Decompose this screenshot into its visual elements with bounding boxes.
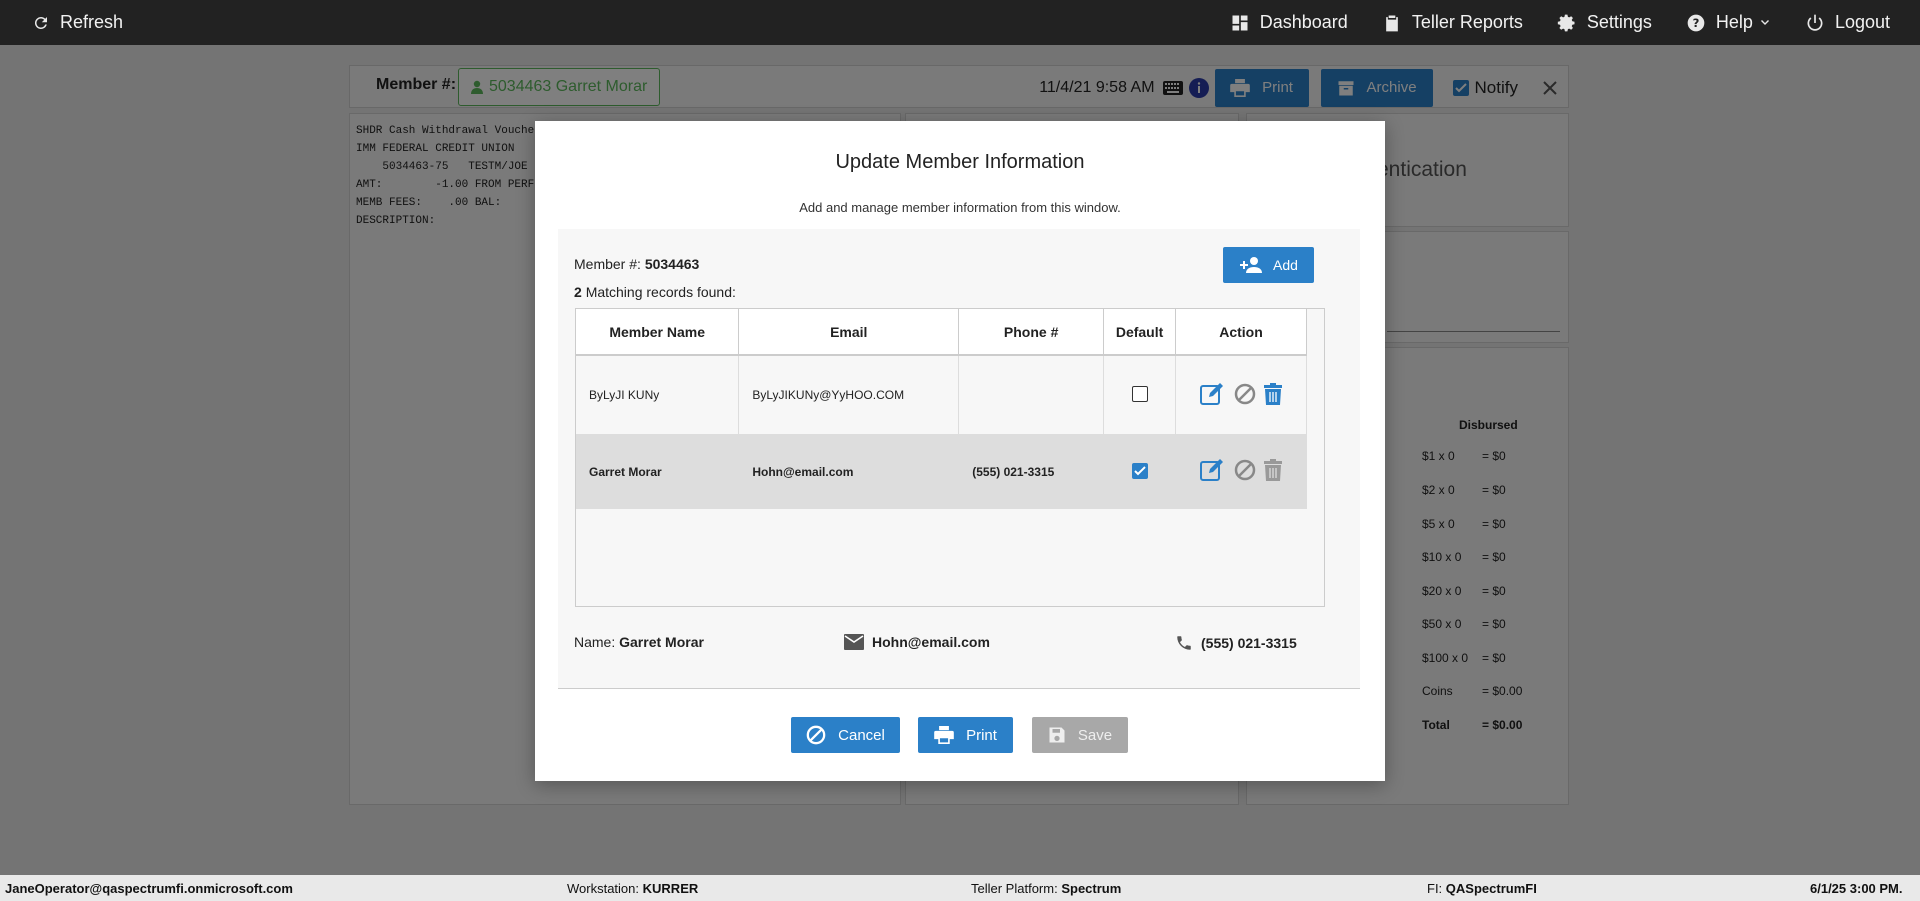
- disable-icon[interactable]: [1234, 459, 1256, 484]
- disable-icon[interactable]: [1234, 383, 1256, 408]
- cell-default: [1103, 434, 1177, 509]
- add-label: Add: [1273, 257, 1298, 273]
- update-member-modal: Update Member Information Add and manage…: [535, 121, 1385, 781]
- nav-dashboard[interactable]: Dashboard: [1230, 12, 1348, 33]
- cell-phone: [958, 354, 1105, 434]
- top-navigation-bar: Refresh Dashboard Teller Reports Setting…: [0, 0, 1920, 45]
- member-records-section: Member #: 5034463 2 Matching records fou…: [558, 229, 1360, 689]
- cancel-button[interactable]: Cancel: [791, 717, 900, 753]
- member-number: Member #: 5034463: [574, 256, 700, 272]
- cancel-label: Cancel: [838, 726, 885, 744]
- cell-phone: (555) 021-3315: [958, 434, 1105, 509]
- nav-teller-reports[interactable]: Teller Reports: [1382, 12, 1523, 33]
- status-bar: JaneOperator@qaspectrumfi.onmicrosoft.co…: [0, 875, 1920, 901]
- matching-records: 2 Matching records found:: [574, 284, 736, 300]
- check-icon: [1133, 466, 1146, 476]
- default-checkbox[interactable]: [1131, 385, 1148, 402]
- teller-reports-label: Teller Reports: [1411, 12, 1523, 32]
- trash-icon: [1264, 459, 1283, 484]
- save-icon: [1049, 727, 1065, 743]
- add-user-icon: [1240, 257, 1263, 273]
- cell-member-name: Garret Morar: [576, 434, 740, 509]
- edit-icon[interactable]: [1200, 382, 1226, 409]
- table-row-selected[interactable]: Garret Morar Hohn@email.com (555) 021-33…: [576, 434, 1307, 509]
- envelope-icon: [844, 634, 864, 650]
- dashboard-label: Dashboard: [1259, 12, 1348, 32]
- edit-icon[interactable]: [1200, 458, 1226, 485]
- help-icon: ?: [1687, 14, 1705, 31]
- refresh-button[interactable]: Refresh: [32, 12, 123, 33]
- fi-info: FI: QASpectrumFI: [1427, 881, 1537, 896]
- help-label: Help: [1715, 12, 1753, 32]
- member-records-table: Member Name Email Phone # Default Action…: [575, 308, 1325, 607]
- col-phone[interactable]: Phone #: [958, 309, 1105, 356]
- platform-info: Teller Platform: Spectrum: [971, 881, 1122, 896]
- cancel-icon: [806, 725, 826, 745]
- settings-label: Settings: [1586, 12, 1652, 32]
- modal-title: Update Member Information: [835, 151, 1085, 173]
- save-label: Save: [1077, 726, 1113, 744]
- nav-help[interactable]: ? Help: [1686, 12, 1771, 33]
- print-label: Print: [966, 726, 997, 744]
- print-button[interactable]: Print: [918, 717, 1013, 753]
- workstation-info: Workstation: KURRER: [567, 881, 699, 896]
- default-checkbox[interactable]: [1131, 463, 1148, 479]
- col-action: Action: [1175, 309, 1307, 356]
- table-header-row: Member Name Email Phone # Default Action: [576, 309, 1307, 356]
- power-icon: [1807, 14, 1823, 31]
- table-row[interactable]: ByLyJI KUNy ByLyJIKUNy@YyHOO.COM: [576, 354, 1307, 434]
- cell-default: [1103, 354, 1177, 434]
- cell-member-name: ByLyJI KUNy: [576, 354, 740, 434]
- summary-email: Hohn@email.com: [844, 634, 990, 650]
- cell-actions: [1175, 354, 1307, 434]
- modal-subtitle: Add and manage member information from t…: [799, 200, 1121, 215]
- summary-phone: (555) 021-3315: [1175, 634, 1297, 652]
- summary-name: Name: Garret Morar: [574, 634, 704, 650]
- cell-email: ByLyJIKUNy@YyHOO.COM: [738, 354, 960, 434]
- records-table: Member Name Email Phone # Default Action…: [576, 309, 1307, 509]
- save-button[interactable]: Save: [1032, 717, 1128, 753]
- nav-settings[interactable]: Settings: [1557, 12, 1652, 33]
- cell-email: Hohn@email.com: [738, 434, 960, 509]
- clipboard-icon: [1385, 15, 1398, 31]
- add-member-button[interactable]: Add: [1223, 247, 1314, 283]
- phone-icon: [1177, 636, 1191, 650]
- col-email[interactable]: Email: [738, 309, 960, 356]
- operator-email: JaneOperator@qaspectrumfi.onmicrosoft.co…: [5, 881, 293, 896]
- gear-icon: [1557, 14, 1575, 31]
- chevron-down-icon: [1760, 19, 1769, 25]
- nav-logout[interactable]: Logout: [1805, 12, 1890, 33]
- col-member-name[interactable]: Member Name: [576, 309, 740, 356]
- dashboard-icon: [1232, 15, 1248, 30]
- refresh-label: Refresh: [60, 12, 124, 32]
- col-default[interactable]: Default: [1103, 309, 1177, 356]
- cell-actions: [1175, 434, 1307, 509]
- trash-icon[interactable]: [1264, 382, 1283, 408]
- refresh-icon: [34, 16, 47, 29]
- printer-icon: [934, 726, 954, 744]
- svg-text:?: ?: [1693, 16, 1700, 30]
- logout-label: Logout: [1834, 12, 1890, 32]
- status-datetime: 6/1/25 3:00 PM.: [1810, 881, 1903, 896]
